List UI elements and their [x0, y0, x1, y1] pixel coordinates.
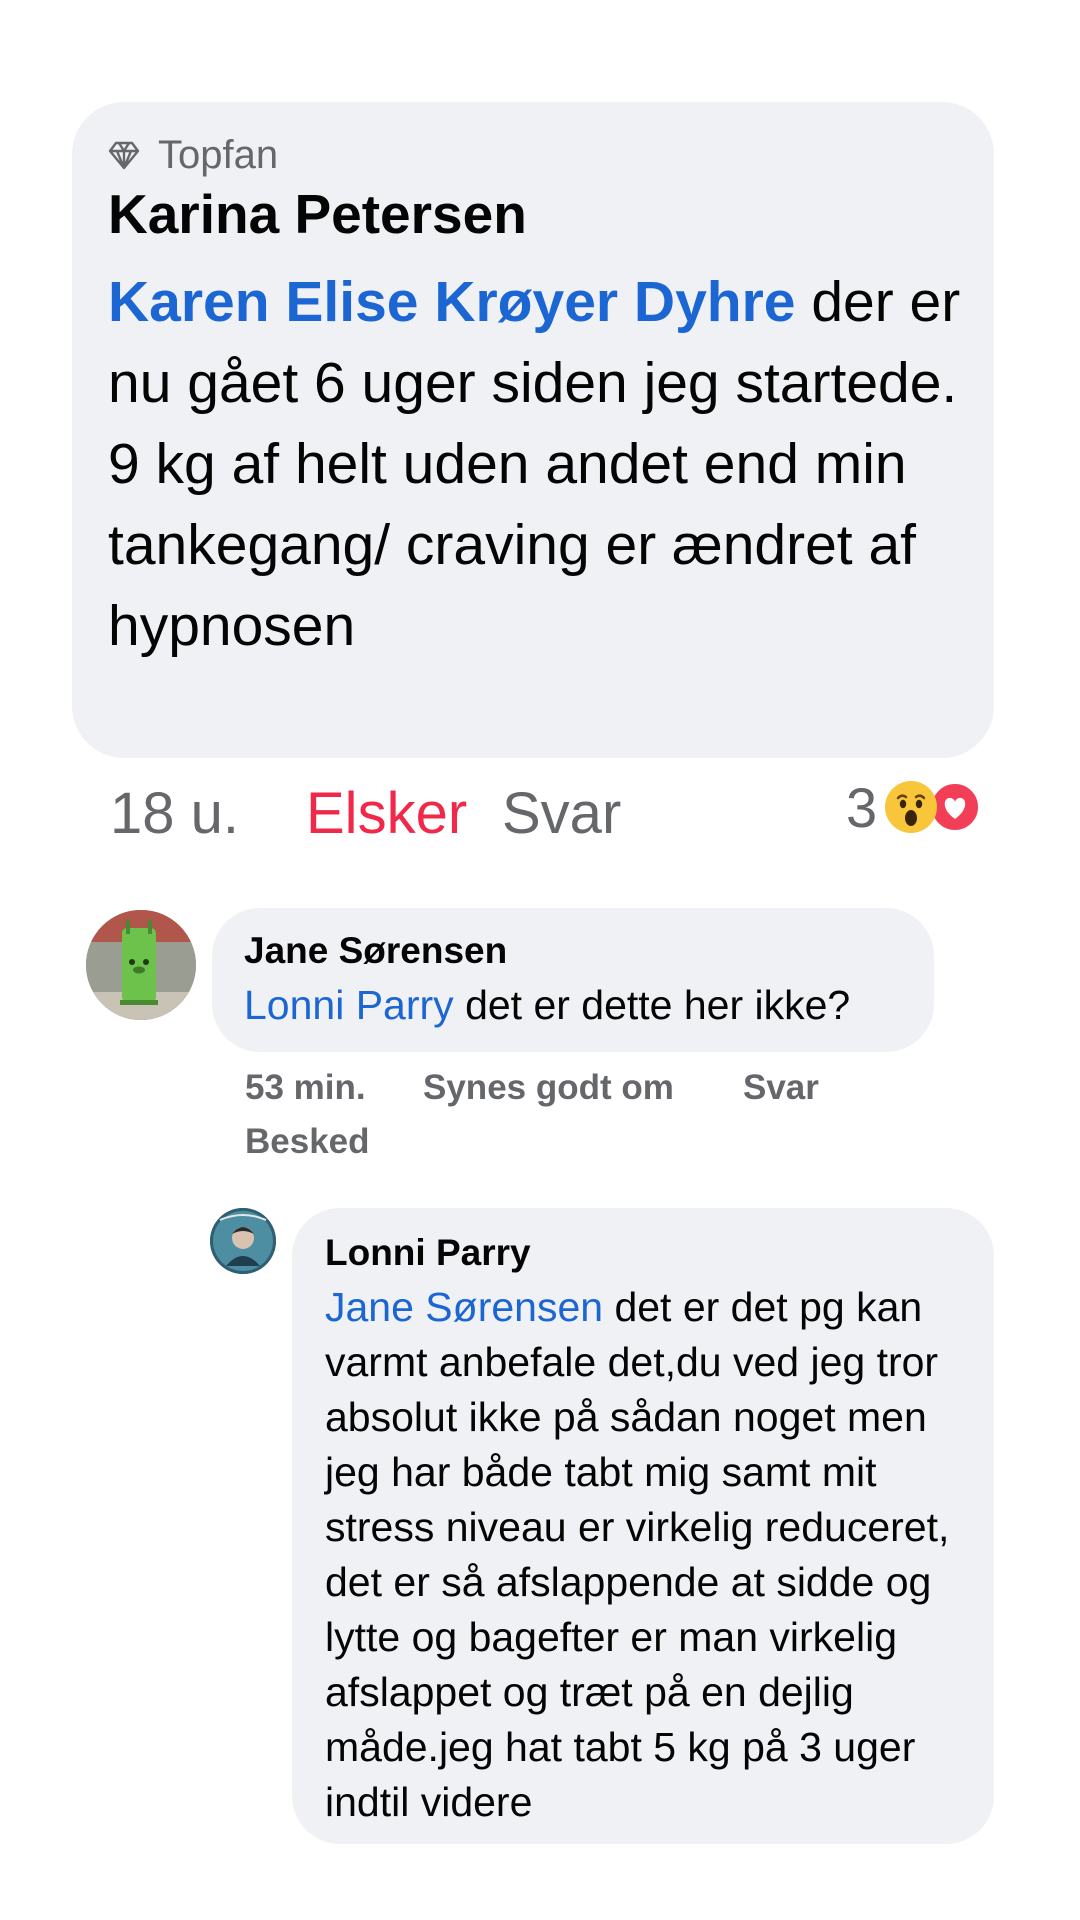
avatar[interactable]	[86, 910, 196, 1020]
reply-text: Jane Sørensen det er det pg kan varmt an…	[325, 1280, 985, 1830]
comment-actions: 18 u. Elsker Svar	[110, 778, 621, 848]
comment-age[interactable]: 18 u.	[110, 780, 306, 847]
reply-body: det er det pg kan varmt anbefale det,du …	[325, 1284, 950, 1825]
comment-author[interactable]: Karina Petersen	[108, 182, 527, 246]
reply-author[interactable]: Lonni Parry	[325, 1232, 531, 1274]
reply-button[interactable]: Svar	[502, 780, 621, 847]
reply-actions: 53 min. Synes godt om Svar	[245, 1068, 819, 1108]
reaction-count: 3	[846, 775, 878, 839]
mention-link[interactable]: Jane Sørensen	[325, 1284, 603, 1330]
like-button[interactable]: Synes godt om	[423, 1068, 743, 1108]
reply-button[interactable]: Svar	[743, 1068, 819, 1108]
reaction-summary[interactable]: 3	[846, 772, 982, 842]
mention-link[interactable]: Lonni Parry	[244, 982, 454, 1028]
diamond-icon	[108, 141, 140, 170]
badge-label: Topfan	[158, 132, 279, 177]
topfan-badge: Topfan	[108, 130, 278, 180]
reply-author[interactable]: Jane Sørensen	[244, 930, 507, 972]
reply-age[interactable]: 53 min.	[245, 1068, 423, 1108]
comment-text: Karen Elise Krøyer Dyhre der er nu gået …	[108, 262, 978, 667]
message-button[interactable]: Besked	[245, 1122, 370, 1162]
mention-link[interactable]: Karen Elise Krøyer Dyhre	[108, 270, 795, 334]
reply-text: Lonni Parry det er dette her ikke?	[244, 982, 850, 1029]
love-reaction-button[interactable]: Elsker	[306, 780, 502, 847]
wow-emoji-icon	[885, 781, 938, 833]
avatar[interactable]	[210, 1208, 276, 1274]
reply-body: det er dette her ikke?	[453, 982, 851, 1028]
